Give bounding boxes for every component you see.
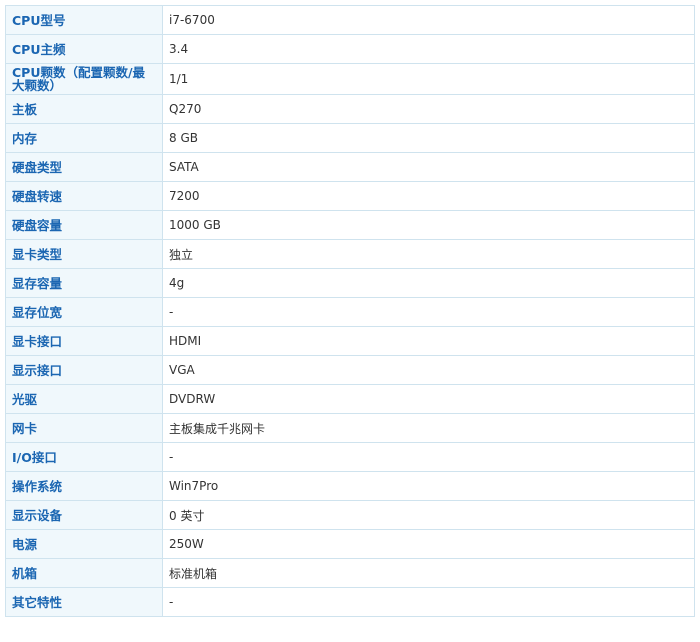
table-row: CPU型号 i7-6700 (5, 5, 695, 35)
spec-label-display-ports: 显示接口 (5, 355, 163, 385)
spec-value-optical-drive: DVDRW (162, 384, 695, 414)
spec-value-display-device: 0 英寸 (162, 500, 695, 530)
spec-label-memory: 内存 (5, 123, 163, 153)
spec-value-motherboard: Q270 (162, 94, 695, 124)
spec-label-motherboard: 主板 (5, 94, 163, 124)
spec-label-disk-capacity: 硬盘容量 (5, 210, 163, 240)
spec-value-gpu-type: 独立 (162, 239, 695, 269)
table-row: CPU主频 3.4 (5, 34, 695, 64)
spec-value-vram-capacity: 4g (162, 268, 695, 298)
spec-value-power-supply: 250W (162, 529, 695, 559)
table-row: 显卡接口 HDMI (5, 326, 695, 356)
table-row: 机箱 标准机箱 (5, 558, 695, 588)
spec-label-optical-drive: 光驱 (5, 384, 163, 414)
spec-label-power-supply: 电源 (5, 529, 163, 559)
spec-label-other-features: 其它特性 (5, 587, 163, 617)
spec-label-chassis: 机箱 (5, 558, 163, 588)
table-row: 显卡类型 独立 (5, 239, 695, 269)
spec-value-gpu-ports: HDMI (162, 326, 695, 356)
spec-value-display-ports: VGA (162, 355, 695, 385)
spec-value-other-features: - (162, 587, 695, 617)
spec-label-gpu-ports: 显卡接口 (5, 326, 163, 356)
spec-label-vram-capacity: 显存容量 (5, 268, 163, 298)
table-row: 硬盘类型 SATA (5, 152, 695, 182)
spec-value-memory: 8 GB (162, 123, 695, 153)
table-row: 显示接口 VGA (5, 355, 695, 385)
spec-label-cpu-model: CPU型号 (5, 5, 163, 35)
spec-table-body: CPU型号 i7-6700 CPU主频 3.4 CPU颗数（配置颗数/最大颗数）… (5, 5, 695, 617)
spec-label-io-ports: I/O接口 (5, 442, 163, 472)
table-row: 主板 Q270 (5, 94, 695, 124)
spec-label-cpu-frequency: CPU主频 (5, 34, 163, 64)
table-row: 操作系统 Win7Pro (5, 471, 695, 501)
table-row: 硬盘转速 7200 (5, 181, 695, 211)
table-row: 显示设备 0 英寸 (5, 500, 695, 530)
spec-value-cpu-frequency: 3.4 (162, 34, 695, 64)
table-row: I/O接口 - (5, 442, 695, 472)
table-row: 硬盘容量 1000 GB (5, 210, 695, 240)
spec-label-display-device: 显示设备 (5, 500, 163, 530)
spec-value-vram-bus-width: - (162, 297, 695, 327)
spec-value-disk-capacity: 1000 GB (162, 210, 695, 240)
table-row: 其它特性 - (5, 587, 695, 617)
table-row: 显存位宽 - (5, 297, 695, 327)
table-row: 内存 8 GB (5, 123, 695, 153)
spec-label-disk-speed: 硬盘转速 (5, 181, 163, 211)
spec-value-io-ports: - (162, 442, 695, 472)
spec-table: CPU型号 i7-6700 CPU主频 3.4 CPU颗数（配置颗数/最大颗数）… (5, 5, 695, 617)
table-row: CPU颗数（配置颗数/最大颗数） 1/1 (5, 63, 695, 95)
spec-label-operating-system: 操作系统 (5, 471, 163, 501)
spec-value-disk-speed: 7200 (162, 181, 695, 211)
spec-label-cpu-count: CPU颗数（配置颗数/最大颗数） (5, 63, 163, 95)
spec-label-disk-type: 硬盘类型 (5, 152, 163, 182)
table-row: 显存容量 4g (5, 268, 695, 298)
spec-label-vram-bus-width: 显存位宽 (5, 297, 163, 327)
table-row: 网卡 主板集成千兆网卡 (5, 413, 695, 443)
spec-value-disk-type: SATA (162, 152, 695, 182)
table-row: 电源 250W (5, 529, 695, 559)
spec-label-network-card: 网卡 (5, 413, 163, 443)
spec-value-cpu-count: 1/1 (162, 63, 695, 95)
table-row: 光驱 DVDRW (5, 384, 695, 414)
spec-value-cpu-model: i7-6700 (162, 5, 695, 35)
spec-value-network-card: 主板集成千兆网卡 (162, 413, 695, 443)
spec-value-operating-system: Win7Pro (162, 471, 695, 501)
spec-label-gpu-type: 显卡类型 (5, 239, 163, 269)
spec-value-chassis: 标准机箱 (162, 558, 695, 588)
